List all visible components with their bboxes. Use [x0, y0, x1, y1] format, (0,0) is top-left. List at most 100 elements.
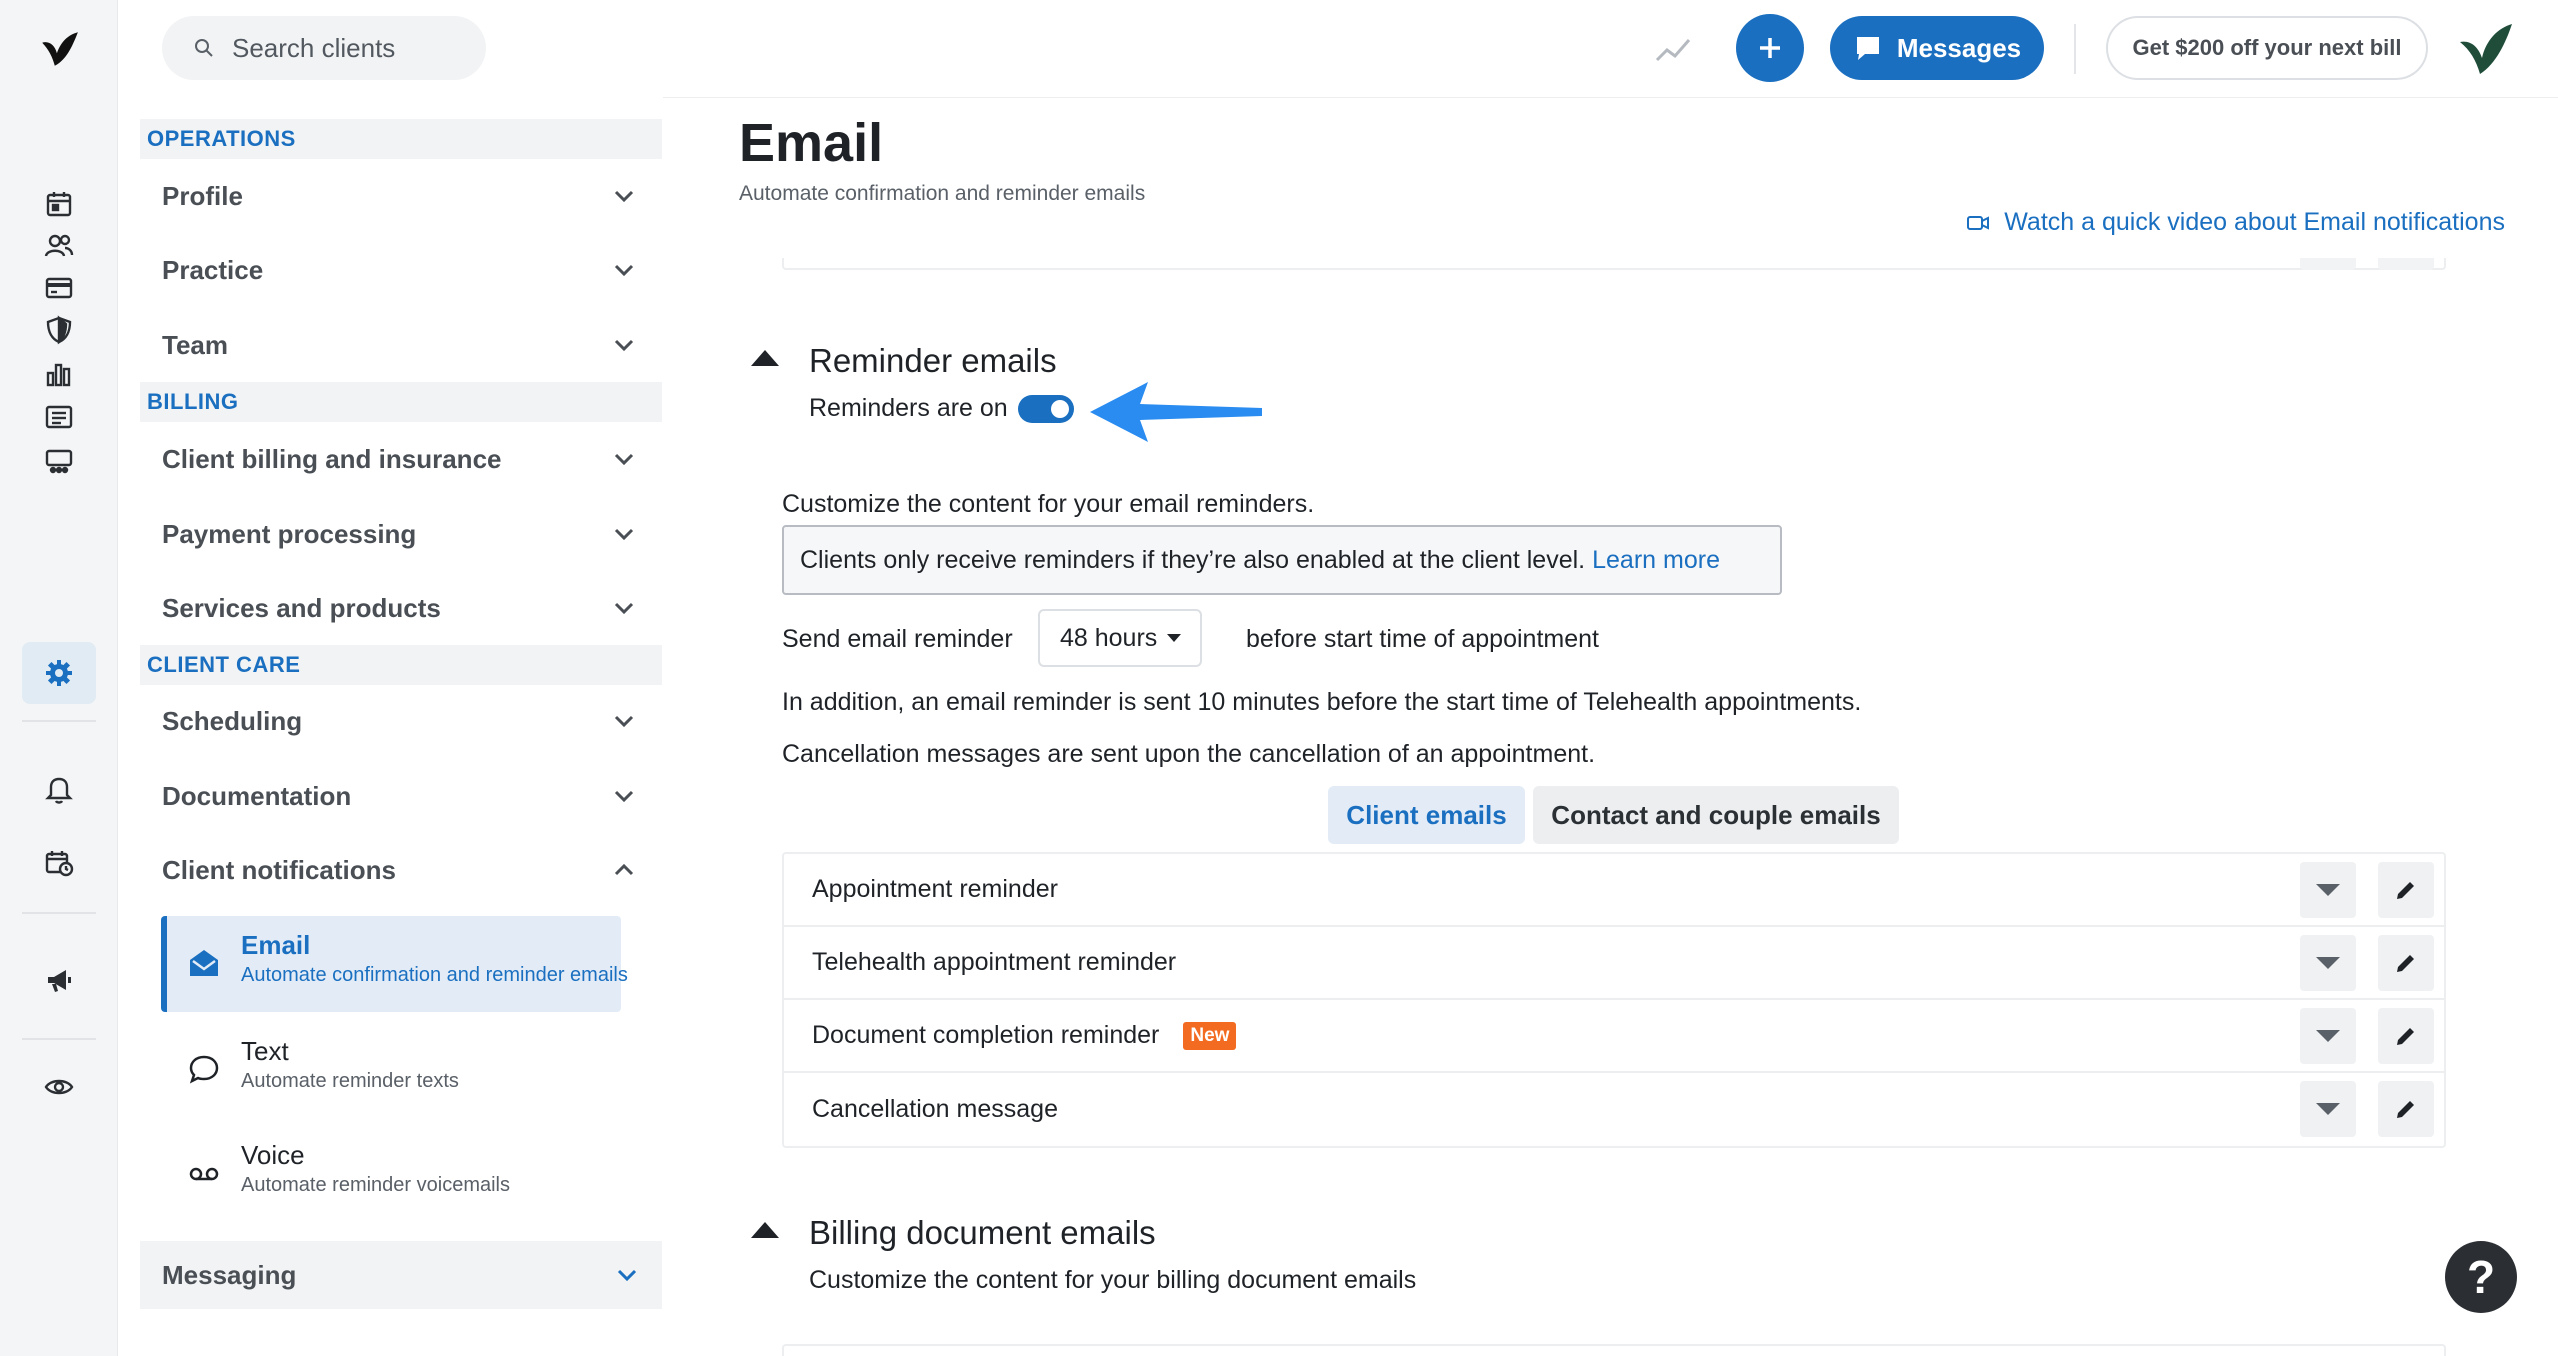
caret-down-icon [2316, 1030, 2340, 1042]
billing-table-edge [782, 1344, 2446, 1356]
sidebar-item-label: Messaging [162, 1259, 297, 1290]
client-level-info-box: Clients only receive reminders if they’r… [782, 525, 1782, 595]
email-name: Telehealth appointment reminder [812, 948, 1177, 976]
pencil-icon [2397, 1028, 2414, 1045]
pencil-icon [2397, 882, 2414, 899]
partial-edit-button[interactable] [2378, 258, 2434, 270]
tab-client-emails[interactable]: Client emails [1328, 786, 1525, 844]
video-link-label: Watch a quick video about Email notifica… [2004, 208, 2505, 236]
expand-button[interactable] [2300, 1008, 2356, 1064]
chat-bubble-icon [189, 1055, 219, 1084]
reminder-calendar-icon[interactable] [22, 832, 96, 894]
message-bubble-icon [1856, 37, 1879, 60]
sidebar-subitem-email[interactable]: Email Automate confirmation and reminder… [161, 916, 628, 1012]
icon-rail [0, 0, 118, 1356]
sub-item-desc: Automate reminder texts [241, 1070, 459, 1092]
sidebar-item-scheduling[interactable]: Scheduling [162, 691, 637, 751]
sidebar-item-label: Scheduling [162, 705, 303, 736]
previous-section-table-edge [782, 258, 2446, 270]
brand-logo-icon[interactable] [2456, 20, 2514, 78]
chevron-down-icon [614, 715, 634, 728]
sidebar-subitem-voice[interactable]: Voice Automate reminder voicemails [167, 1126, 627, 1222]
send-reminder-suffix: before start time of appointment [1246, 625, 1599, 653]
sidebar-item-profile[interactable]: Profile [162, 166, 637, 226]
reminder-timing-select[interactable]: 48 hours [1038, 609, 1202, 667]
partial-expand-button[interactable] [2300, 258, 2356, 270]
search-bar[interactable] [162, 16, 486, 80]
sidebar-item-payment-processing[interactable]: Payment processing [162, 504, 637, 564]
sidebar-item-practice[interactable]: Practice [162, 240, 637, 300]
edit-button[interactable] [2378, 862, 2434, 918]
chevron-down-icon [614, 602, 634, 615]
chevron-down-icon [614, 190, 634, 203]
send-reminder-prefix: Send email reminder [782, 625, 1013, 653]
caret-down-icon [2316, 884, 2340, 896]
pointer-arrow-icon [1090, 382, 1262, 442]
announcements-megaphone-icon[interactable] [22, 949, 96, 1011]
sidebar-item-services-products[interactable]: Services and products [162, 578, 637, 638]
table-row: Document completion reminder New [784, 1000, 2444, 1073]
referral-promo-button[interactable]: Get $200 off your next bill [2106, 16, 2428, 80]
pencil-icon [2397, 955, 2414, 972]
table-row: Telehealth appointment reminder [784, 927, 2444, 1000]
divider [2074, 24, 2076, 74]
chevron-down-icon [614, 264, 634, 277]
watch-video-link[interactable]: Watch a quick video about Email notifica… [1966, 208, 2505, 237]
main-content: Email Automate confirmation and reminder… [663, 98, 2558, 1356]
sidebar-item-label: Team [162, 329, 228, 360]
sidebar-item-messaging[interactable]: Messaging [140, 1241, 662, 1309]
help-button[interactable]: ? [2445, 1241, 2517, 1313]
page-subtitle: Automate confirmation and reminder email… [739, 182, 1146, 205]
telehealth-note: In addition, an email reminder is sent 1… [782, 688, 1862, 716]
trend-chart-icon[interactable] [1653, 30, 1693, 70]
collapse-triangle-icon[interactable] [751, 1222, 779, 1238]
search-input[interactable] [232, 32, 462, 64]
sidebar-item-label: Documentation [162, 780, 352, 811]
section-header-client-care: CLIENT CARE [140, 645, 662, 685]
toggle-label: Reminders are on [809, 394, 1008, 422]
edit-button[interactable] [2378, 1081, 2434, 1137]
collapse-triangle-icon[interactable] [751, 350, 779, 366]
info-text: Clients only receive reminders if they’r… [800, 545, 1586, 574]
email-name: Appointment reminder [812, 875, 1058, 903]
table-row: Cancellation message [784, 1073, 2444, 1146]
settings-gear-icon[interactable] [22, 642, 96, 704]
messages-button[interactable]: Messages [1830, 16, 2044, 80]
marketplace-icon[interactable] [22, 430, 96, 492]
sidebar-item-label: Profile [162, 180, 243, 211]
search-icon [195, 39, 213, 57]
sub-item-title: Text [241, 1036, 289, 1066]
sidebar-subitem-text[interactable]: Text Automate reminder texts [167, 1022, 627, 1118]
reminder-emails-title: Reminder emails [809, 342, 1057, 379]
sidebar-item-documentation[interactable]: Documentation [162, 766, 637, 826]
sidebar-item-client-billing[interactable]: Client billing and insurance [162, 429, 637, 489]
chevron-down-icon [614, 790, 634, 803]
sidebar-item-team[interactable]: Team [162, 315, 637, 375]
billing-emails-desc: Customize the content for your billing d… [809, 1266, 1417, 1294]
expand-button[interactable] [2300, 1081, 2356, 1137]
expand-button[interactable] [2300, 935, 2356, 991]
create-new-button[interactable] [1736, 14, 1804, 82]
reminders-toggle[interactable] [1017, 394, 1074, 423]
sub-item-title: Email [241, 930, 311, 960]
plus-icon [1760, 38, 1780, 58]
tab-contact-couple-emails[interactable]: Contact and couple emails [1533, 786, 1899, 844]
learn-more-link[interactable]: Learn more [1592, 546, 1720, 575]
sub-item-title: Voice [241, 1140, 305, 1170]
video-camera-icon [1967, 215, 1990, 230]
sub-item-desc: Automate reminder voicemails [241, 1174, 510, 1196]
new-badge: New [1183, 1021, 1237, 1050]
chevron-up-icon [614, 863, 634, 876]
preview-eye-icon[interactable] [22, 1056, 96, 1118]
caret-down-icon [1167, 634, 1182, 642]
section-header-billing: BILLING [140, 382, 662, 422]
chevron-down-icon [614, 528, 634, 541]
expand-button[interactable] [2300, 862, 2356, 918]
sidebar-item-label: Client notifications [162, 854, 396, 885]
edit-button[interactable] [2378, 935, 2434, 991]
notifications-bell-icon[interactable] [22, 758, 96, 820]
chevron-down-icon [614, 453, 634, 466]
edit-button[interactable] [2378, 1008, 2434, 1064]
sidebar-item-client-notifications[interactable]: Client notifications [162, 840, 637, 900]
app-logo-icon[interactable] [38, 28, 80, 70]
